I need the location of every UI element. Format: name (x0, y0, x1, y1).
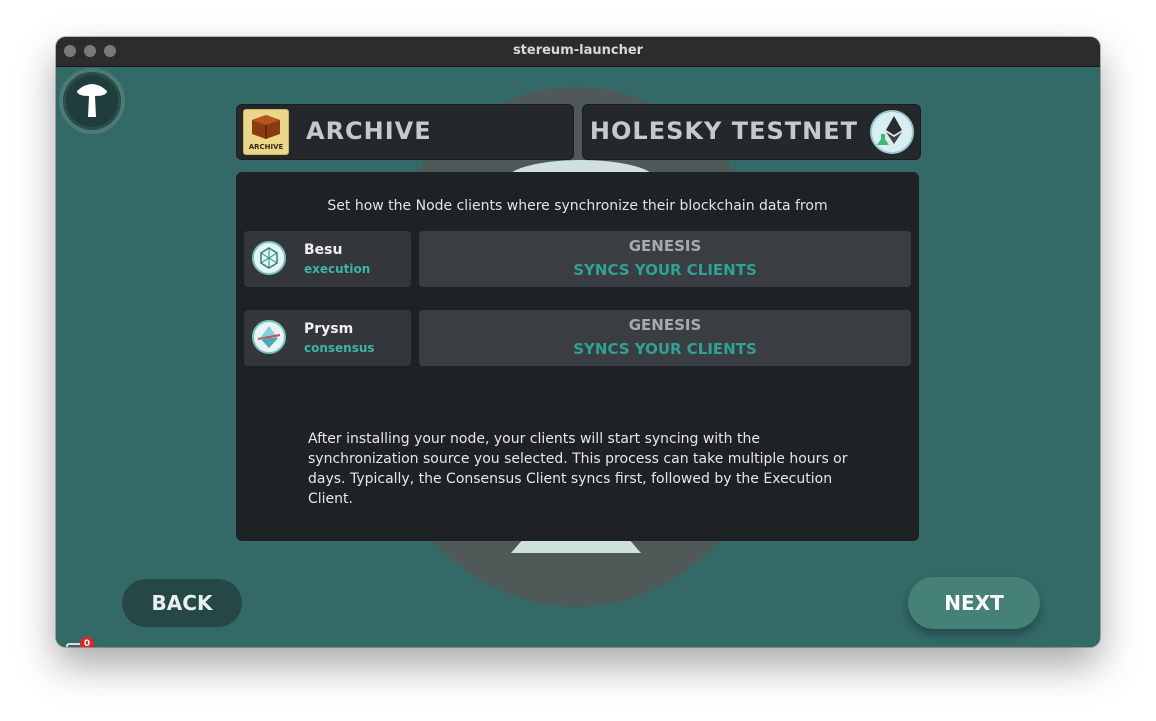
sync-source-hint: SYNCS YOUR CLIENTS (573, 340, 757, 358)
besu-icon (252, 241, 286, 275)
client-prysm: Prysm consensus (244, 310, 411, 366)
ethereum-testnet-icon (870, 110, 914, 154)
network-card: HOLESKY TESTNET (582, 104, 921, 160)
client-besu: Besu execution (244, 231, 411, 287)
network-label: HOLESKY TESTNET (589, 117, 858, 145)
back-button[interactable]: BACK (122, 579, 242, 627)
client-name: Prysm (304, 321, 354, 337)
sync-source-button-prysm[interactable]: GENESIS SYNCS YOUR CLIENTS (419, 310, 911, 366)
archive-icon-caption: ARCHIVE (248, 143, 284, 151)
stereum-logo-button[interactable] (59, 68, 125, 134)
notification-count-badge: 0 (80, 637, 94, 647)
prysm-icon (252, 320, 286, 354)
notifications-button[interactable]: 0 (66, 637, 94, 647)
client-type: execution (304, 262, 371, 276)
title-bar: stereum-launcher (56, 37, 1100, 67)
archive-icon: ARCHIVE (243, 109, 289, 155)
stereum-logo-icon (77, 84, 107, 117)
sync-source-label: GENESIS (628, 237, 702, 255)
sync-source-label: GENESIS (628, 316, 702, 334)
panel-intro: Set how the Node clients where synchroni… (327, 198, 828, 214)
sync-info-note: After installing your node, your clients… (308, 431, 848, 507)
sync-settings-panel: Set how the Node clients where synchroni… (236, 172, 919, 541)
app-window: stereum-launcher ARCHIVE ARCHIVE HOLESKY… (56, 37, 1100, 647)
setup-label: ARCHIVE (306, 117, 432, 145)
next-button[interactable]: NEXT (908, 577, 1040, 629)
sync-source-button-besu[interactable]: GENESIS SYNCS YOUR CLIENTS (419, 231, 911, 287)
setup-card: ARCHIVE ARCHIVE (236, 104, 574, 160)
main-content: ARCHIVE ARCHIVE HOLESKY TESTNET Set how … (56, 67, 1100, 647)
client-type: consensus (304, 341, 375, 355)
sync-source-hint: SYNCS YOUR CLIENTS (573, 261, 757, 279)
client-name: Besu (304, 242, 343, 258)
window-title: stereum-launcher (512, 43, 644, 58)
background-stand (511, 541, 641, 553)
